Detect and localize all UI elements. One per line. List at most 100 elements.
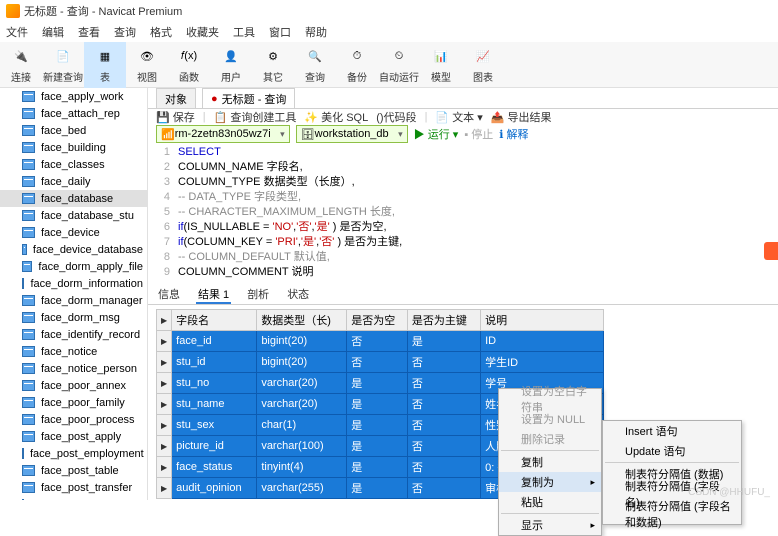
grid-cell[interactable]: picture_id [172,436,257,457]
grid-cell[interactable]: stu_sex [172,415,257,436]
server-combo[interactable]: 📶 rm-2zetn83n05wz7i [156,125,290,143]
grid-cell[interactable]: 否 [407,436,480,457]
table-item[interactable]: face_attach_rep [0,105,147,122]
table-item[interactable]: face_post_transfer [0,479,147,496]
context-submenu[interactable]: Insert 语句Update 语句制表符分隔值 (数据)制表符分隔值 (字段名… [602,420,742,525]
menu-窗口[interactable]: 窗口 [269,24,291,40]
grid-cell[interactable]: char(1) [257,415,347,436]
text-mode-button[interactable]: 📄 文本 ▾ [435,109,482,125]
grid-cell[interactable]: 否 [407,352,480,373]
toolbar-chart[interactable]: 📈图表 [462,42,504,88]
table-item[interactable]: face_daily [0,173,147,190]
toolbar-clock[interactable]: ⏲自动运行 [378,42,420,88]
grid-cell[interactable]: 是 [347,478,408,499]
menu-item[interactable]: 制表符分隔值 (字段名和数据) [603,504,741,524]
context-menu[interactable]: 设置为空白字符串设置为 NULL删除记录复制复制为粘贴显示 [498,388,602,536]
table-item[interactable]: face_post_apply [0,428,147,445]
export-result-button[interactable]: 📤 导出结果 [491,109,552,125]
toolbar-user[interactable]: 👤用户 [210,42,252,88]
grid-cell[interactable]: 否 [407,415,480,436]
table-item[interactable]: face_notice [0,343,147,360]
table-item[interactable]: face_database [0,190,147,207]
column-header[interactable]: 数据类型（长) [257,310,347,331]
table-item[interactable]: face_dorm_information [0,275,147,292]
grid-cell[interactable]: 是 [407,331,480,352]
beautify-sql-button[interactable]: ✨ 美化 SQL [304,109,368,125]
grid-cell[interactable]: stu_name [172,394,257,415]
table-item[interactable]: face_record_workstudy [0,496,147,500]
grid-cell[interactable]: 是 [347,373,408,394]
toolbar-view[interactable]: 👁视图 [126,42,168,88]
grid-cell[interactable]: face_id [172,331,257,352]
toolbar-model[interactable]: 📊模型 [420,42,462,88]
column-header[interactable]: 说明 [481,310,604,331]
table-item[interactable]: face_dorm_apply_file [0,258,147,275]
grid-cell[interactable]: ID [481,331,604,352]
result-tab[interactable]: 结果 1 [196,286,231,304]
row-indicator[interactable] [157,352,172,373]
toolbar-plug[interactable]: 🔌连接 [0,42,42,88]
grid-cell[interactable]: tinyint(4) [257,457,347,478]
grid-cell[interactable]: 否 [407,478,480,499]
grid-cell[interactable]: 否 [347,352,408,373]
database-combo[interactable]: 🗄 workstation_db [296,125,408,143]
grid-cell[interactable]: bigint(20) [257,331,347,352]
table-item[interactable]: face_poor_family [0,394,147,411]
menu-查询[interactable]: 查询 [114,24,136,40]
table-item[interactable]: face_poor_annex [0,377,147,394]
table-list-sidebar[interactable]: face_apply_workface_attach_repface_bedfa… [0,88,148,500]
table-item[interactable]: face_device_database [0,241,147,258]
grid-cell[interactable]: 是 [347,394,408,415]
column-header[interactable]: 是否为主键 [407,310,480,331]
grid-cell[interactable]: 否 [407,394,480,415]
grid-cell[interactable]: audit_opinion [172,478,257,499]
menu-文件[interactable]: 文件 [6,24,28,40]
toolbar-backup[interactable]: ⏱备份 [336,42,378,88]
grid-cell[interactable]: 是 [347,415,408,436]
table-item[interactable]: face_building [0,139,147,156]
grid-cell[interactable]: varchar(100) [257,436,347,457]
row-indicator[interactable] [157,331,172,352]
row-indicator[interactable] [157,478,172,499]
table-item[interactable]: face_database_stu [0,207,147,224]
explain-button[interactable]: ℹ 解释 [499,126,528,142]
grid-cell[interactable]: stu_id [172,352,257,373]
query-builder-button[interactable]: 📋 查询创建工具 [214,109,297,125]
table-item[interactable]: face_post_table [0,462,147,479]
toolbar-other[interactable]: ⚙其它 [252,42,294,88]
menu-编辑[interactable]: 编辑 [42,24,64,40]
table-item[interactable]: face_bed [0,122,147,139]
grid-cell[interactable]: 否 [407,457,480,478]
toolbar-query[interactable]: 🔍查询 [294,42,336,88]
menu-item[interactable]: 粘贴 [499,492,601,512]
run-button[interactable]: ▶ 运行 ▾ [414,126,459,142]
grid-cell[interactable]: 否 [347,331,408,352]
column-header[interactable]: 字段名 [172,310,257,331]
tab-query[interactable]: ●无标题 - 查询 [202,88,295,108]
column-header[interactable]: 是否为空 [347,310,408,331]
toolbar-table[interactable]: ▦表 [84,42,126,88]
tab-objects[interactable]: 对象 [156,88,196,108]
menu-item[interactable]: 复制 [499,452,601,472]
table-item[interactable]: face_dorm_manager [0,292,147,309]
row-indicator[interactable] [157,457,172,478]
toolbar-fx[interactable]: 𝑓(x)函数 [168,42,210,88]
grid-cell[interactable]: stu_no [172,373,257,394]
menu-工具[interactable]: 工具 [233,24,255,40]
sql-editor[interactable]: 1SELECT2 COLUMN_NAME 字段名,3 COLUMN_TYPE 数… [148,143,778,286]
table-item[interactable]: face_post_employment [0,445,147,462]
menu-item[interactable]: Update 语句 [603,441,741,461]
row-indicator[interactable] [157,436,172,457]
grid-cell[interactable]: bigint(20) [257,352,347,373]
table-item[interactable]: face_poor_process [0,411,147,428]
toolbar-newquery[interactable]: 📄新建查询 [42,42,84,88]
table-item[interactable]: face_device [0,224,147,241]
table-item[interactable]: face_apply_work [0,88,147,105]
grid-cell[interactable]: face_status [172,457,257,478]
grid-cell[interactable]: varchar(20) [257,373,347,394]
table-item[interactable]: face_classes [0,156,147,173]
row-indicator[interactable] [157,394,172,415]
table-item[interactable]: face_identify_record [0,326,147,343]
table-item[interactable]: face_dorm_msg [0,309,147,326]
menu-item[interactable]: Insert 语句 [603,421,741,441]
